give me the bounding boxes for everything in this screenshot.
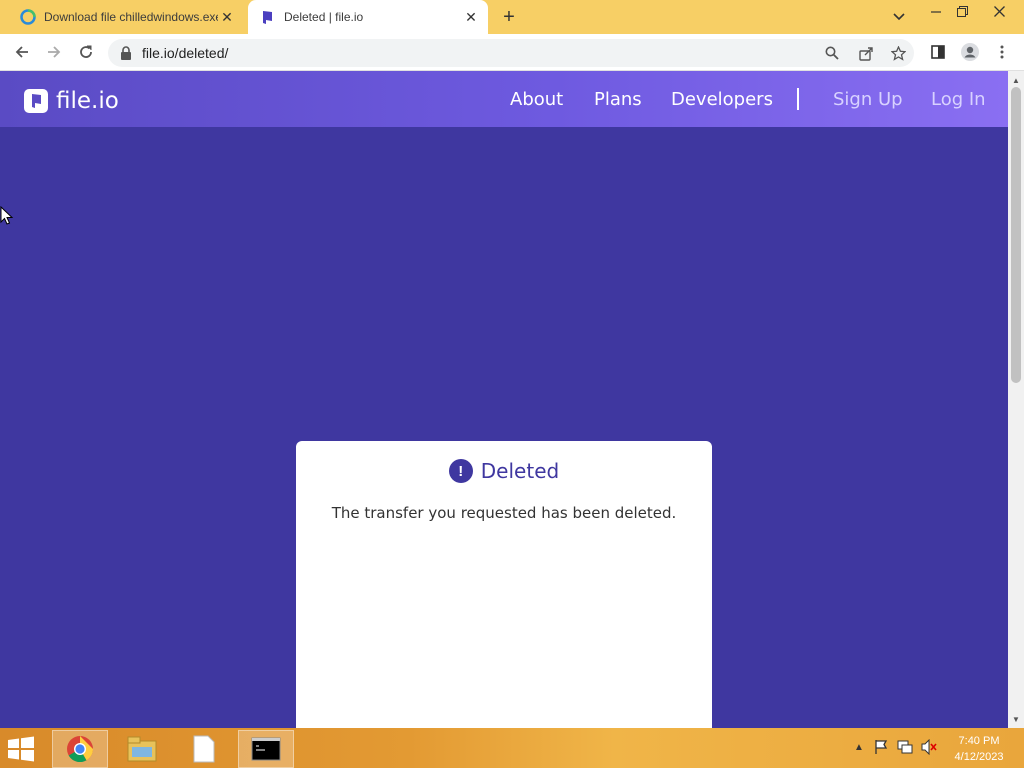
forward-button[interactable] (42, 40, 66, 64)
logo-text: file.io (56, 88, 119, 114)
command-prompt-icon (251, 737, 281, 761)
close-window-button[interactable] (980, 0, 1018, 22)
scroll-thumb[interactable] (1011, 87, 1021, 383)
browser-tab-strip: Download file chilledwindows.exe ✕ Delet… (0, 0, 1024, 34)
nav-sign-up[interactable]: Sign Up (833, 89, 903, 110)
windows-taskbar: ▲ 7:40 PM 4/12/2023 (0, 728, 1024, 768)
volume-muted-icon[interactable] (920, 738, 938, 756)
scroll-down-arrow-icon[interactable]: ▼ (1008, 712, 1024, 726)
profile-avatar-icon[interactable] (958, 40, 982, 64)
deleted-card: ! Deleted The transfer you requested has… (296, 441, 712, 731)
share-icon[interactable] (856, 43, 876, 63)
taskbar-notepad[interactable] (176, 730, 232, 768)
show-hidden-icons-chevron-icon[interactable]: ▲ (850, 738, 868, 756)
browser-menu-icon[interactable] (990, 40, 1014, 64)
close-tab-icon[interactable]: ✕ (218, 8, 236, 26)
tab-title: Download file chilledwindows.exe (44, 10, 218, 24)
back-button[interactable] (10, 40, 34, 64)
nav-log-in[interactable]: Log In (931, 89, 986, 110)
clock-date: 4/12/2023 (954, 751, 1004, 763)
exclamation-icon: ! (448, 459, 473, 483)
chrome-icon (67, 736, 94, 763)
scroll-up-arrow-icon[interactable]: ▲ (1008, 73, 1024, 87)
bookmark-star-icon[interactable] (888, 43, 908, 63)
browser-toolbar: file.io/deleted/ (0, 34, 1024, 71)
nav-divider (797, 88, 799, 110)
notepad-icon (193, 735, 215, 763)
nav-about[interactable]: About (510, 89, 563, 110)
page-scrollbar[interactable]: ▲ ▼ (1008, 71, 1024, 728)
action-center-flag-icon[interactable] (872, 738, 890, 756)
taskbar-chrome[interactable] (52, 730, 108, 768)
fileio-favicon (263, 11, 272, 24)
search-icon[interactable] (822, 43, 842, 63)
lock-icon (121, 46, 131, 60)
fileio-logo-icon (24, 89, 48, 113)
address-bar[interactable]: file.io/deleted/ (108, 39, 914, 67)
tab-search-chevron-icon[interactable] (888, 6, 910, 28)
mouse-pointer-icon (0, 206, 14, 225)
site-logo[interactable]: file.io (24, 88, 119, 114)
windows-start-button[interactable] (6, 736, 38, 762)
tab-deleted[interactable]: Deleted | file.io ✕ (248, 0, 488, 34)
card-message: The transfer you requested has been dele… (331, 504, 677, 522)
system-clock[interactable]: 7:40 PM 4/12/2023 (944, 733, 1014, 765)
edge-loading-icon (20, 9, 36, 25)
site-header: file.io About Plans Developers Sign Up L… (0, 71, 1008, 127)
nav-developers[interactable]: Developers (671, 89, 773, 110)
tab-download[interactable]: Download file chilledwindows.exe ✕ (8, 0, 244, 34)
clock-time: 7:40 PM (958, 735, 1000, 747)
taskbar-command-prompt[interactable] (238, 730, 294, 768)
file-explorer-icon (127, 736, 157, 762)
side-panel-icon[interactable] (926, 40, 950, 64)
restore-window-button[interactable] (946, 0, 978, 22)
network-icon[interactable] (896, 738, 914, 756)
nav-plans[interactable]: Plans (594, 89, 642, 110)
card-title: Deleted (480, 459, 560, 483)
reload-button[interactable] (74, 40, 98, 64)
card-header: ! Deleted (296, 459, 712, 483)
tab-title: Deleted | file.io (284, 10, 364, 24)
new-tab-button[interactable]: + (498, 6, 520, 28)
url-text: file.io/deleted/ (142, 45, 229, 61)
taskbar-file-explorer[interactable] (114, 730, 170, 768)
close-tab-icon[interactable]: ✕ (462, 8, 480, 26)
